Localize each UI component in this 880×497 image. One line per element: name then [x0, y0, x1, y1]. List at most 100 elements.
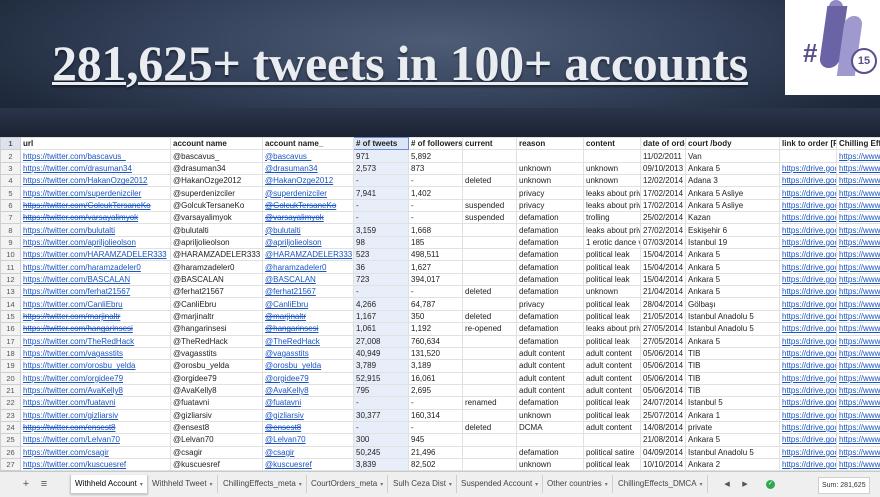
table-cell[interactable]: 21,496	[409, 446, 463, 458]
cell-link[interactable]: https://twitter.com/csagir	[23, 448, 109, 457]
table-cell[interactable]: 3,189	[409, 360, 463, 372]
table-cell[interactable]: 1,402	[409, 187, 463, 199]
table-cell[interactable]: https://twitter.com/bulutalti	[21, 224, 171, 236]
cell-link[interactable]: @fuatavni	[265, 398, 301, 407]
cell-link[interactable]: https://twitter.com/hangarinsesi	[23, 324, 133, 333]
table-cell[interactable]: defamation	[517, 273, 584, 285]
cell-link[interactable]: https://twitter.com/Lelvan70	[23, 435, 120, 444]
table-cell[interactable]: private	[686, 421, 780, 433]
table-cell[interactable]: deleted	[463, 421, 517, 433]
cell-link[interactable]: https://www	[839, 411, 880, 420]
cell-link[interactable]: https://drive.google.com/file/	[782, 374, 837, 383]
cell-link[interactable]: https://twitter.com/ferhat21567	[23, 287, 130, 296]
table-cell[interactable]: https://drive.google.com/file/	[780, 446, 837, 458]
row-number[interactable]: 14	[1, 298, 21, 310]
table-cell[interactable]: @BASCALAN	[171, 273, 263, 285]
table-cell[interactable]: https://www	[837, 458, 880, 470]
cell-link[interactable]: @bulutalti	[265, 226, 301, 235]
table-cell[interactable]: Ankara 5	[686, 335, 780, 347]
table-cell[interactable]: @Lelvan70	[263, 434, 354, 446]
column-header[interactable]: account name	[171, 138, 263, 150]
table-cell[interactable]: Istanbul 19	[686, 236, 780, 248]
table-cell[interactable]: defamation	[517, 249, 584, 261]
table-cell[interactable]: https://www	[837, 360, 880, 372]
table-cell[interactable]: 1,668	[409, 224, 463, 236]
cell-link[interactable]: https://twitter.com/marjinaltr	[23, 312, 120, 321]
table-cell[interactable]: @varsayalimyok	[263, 212, 354, 224]
table-cell[interactable]: https://www	[837, 162, 880, 174]
table-cell[interactable]: defamation	[517, 397, 584, 409]
table-cell[interactable]: 4,266	[354, 298, 409, 310]
spreadsheet-grid[interactable]: 1urlaccount nameaccount name_# of tweets…	[0, 137, 880, 471]
cell-link[interactable]: https://twitter.com/haramzadeler0	[23, 263, 141, 272]
table-cell[interactable]: Ankara 5 Asliye	[686, 187, 780, 199]
column-header[interactable]: content	[584, 138, 641, 150]
table-cell[interactable]: https://twitter.com/kuscuesref	[21, 458, 171, 470]
table-cell[interactable]: https://www	[837, 286, 880, 298]
table-cell[interactable]: https://twitter.com/drasuman34	[21, 162, 171, 174]
table-cell[interactable]: https://twitter.com/AvaKelly8	[21, 384, 171, 396]
table-cell[interactable]: re-opened	[463, 323, 517, 335]
table-cell[interactable]: @orgidee79	[263, 372, 354, 384]
table-cell[interactable]: @hangarinsesi	[263, 323, 354, 335]
table-cell[interactable]	[463, 360, 517, 372]
row-number[interactable]: 7	[1, 212, 21, 224]
table-cell[interactable]: political leak	[584, 458, 641, 470]
table-cell[interactable]: 05/06/2014	[641, 347, 686, 359]
cell-link[interactable]: https://drive.google.com/file/	[782, 201, 837, 210]
table-cell[interactable]: 28/04/2014	[641, 298, 686, 310]
table-cell[interactable]: 10/10/2014	[641, 458, 686, 470]
table-cell[interactable]: @TheRedHack	[263, 335, 354, 347]
table-cell[interactable]: suspended	[463, 212, 517, 224]
table-cell[interactable]: https://twitter.com/superdenizciler	[21, 187, 171, 199]
table-cell[interactable]: @gizliarsiv	[171, 409, 263, 421]
table-cell[interactable]: https://www	[837, 421, 880, 433]
table-cell[interactable]	[463, 261, 517, 273]
table-cell[interactable]: @superdenizciler	[263, 187, 354, 199]
table-cell[interactable]: https://www	[837, 199, 880, 211]
table-cell[interactable]: @marjinaltr	[263, 310, 354, 322]
table-cell[interactable]: 15/04/2014	[641, 261, 686, 273]
table-cell[interactable]: https://twitter.com/gizliarsiv	[21, 409, 171, 421]
sheet-tab[interactable]: Withheld Tweet▾	[148, 475, 218, 493]
cell-link[interactable]: https://drive.google.com/file/	[782, 337, 837, 346]
table-cell[interactable]: 64,787	[409, 298, 463, 310]
cell-link[interactable]: https://twitter.com/apriljolieolson	[23, 238, 136, 247]
table-cell[interactable]: @HARAMZADELER333	[171, 249, 263, 261]
cell-link[interactable]: https://www	[839, 238, 880, 247]
table-cell[interactable]: -	[409, 212, 463, 224]
table-cell[interactable]: TIB	[686, 360, 780, 372]
table-cell[interactable]: https://twitter.com/marjinaltr	[21, 310, 171, 322]
row-number[interactable]: 27	[1, 458, 21, 470]
table-cell[interactable]: 3,159	[354, 224, 409, 236]
row-number[interactable]: 23	[1, 409, 21, 421]
table-cell[interactable]: @ensest8	[263, 421, 354, 433]
tab-menu-chevron-icon[interactable]: ▾	[605, 482, 608, 488]
cell-link[interactable]: https://www	[839, 287, 880, 296]
table-cell[interactable]	[463, 335, 517, 347]
cell-link[interactable]: @CanliEbru	[265, 300, 308, 309]
sheet-tab[interactable]: Other countries▾	[543, 475, 613, 493]
cell-link[interactable]: https://www	[839, 361, 880, 370]
row-number[interactable]: 11	[1, 261, 21, 273]
table-cell[interactable]: adult content	[517, 372, 584, 384]
table-cell[interactable]: Van	[686, 150, 780, 162]
table-cell[interactable]: political leak	[584, 298, 641, 310]
cell-link[interactable]: https://twitter.com/fuatavni	[23, 398, 115, 407]
cell-link[interactable]: @TheRedHack	[265, 337, 320, 346]
table-cell[interactable]: https://www	[837, 273, 880, 285]
table-cell[interactable]	[463, 372, 517, 384]
cell-link[interactable]: https://www	[839, 460, 880, 469]
table-cell[interactable]: 1,061	[354, 323, 409, 335]
table-cell[interactable]: 350	[409, 310, 463, 322]
table-cell[interactable]: 300	[354, 434, 409, 446]
row-number[interactable]: 18	[1, 347, 21, 359]
table-cell[interactable]: https://drive.google.com/file/	[780, 273, 837, 285]
table-cell[interactable]: -	[354, 212, 409, 224]
row-number[interactable]: 12	[1, 273, 21, 285]
table-cell[interactable]: 971	[354, 150, 409, 162]
table-cell[interactable]: @drasuman34	[263, 162, 354, 174]
table-cell[interactable]: https://www	[837, 150, 880, 162]
table-cell[interactable]: 09/10/2013	[641, 162, 686, 174]
table-cell[interactable]: https://www	[837, 298, 880, 310]
